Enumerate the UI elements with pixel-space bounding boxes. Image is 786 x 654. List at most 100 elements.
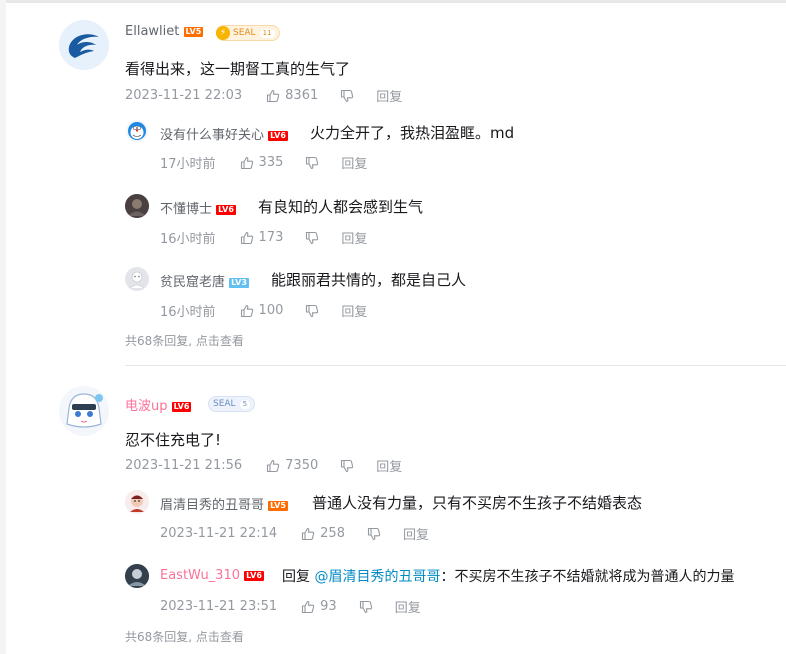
thumbs-down-icon [341,89,354,102]
username-text[interactable]: 电波up [125,399,168,414]
view-more-replies-link[interactable]: 共68条回复, 点击查看 [125,628,244,645]
avatar[interactable] [59,386,109,436]
like-button[interactable]: 8361 [266,88,318,103]
dislike-button[interactable] [359,600,373,614]
like-count: 93 [320,599,337,614]
seal-badge[interactable]: SEAL 5 [208,396,256,412]
thumbs-up-icon [240,304,253,317]
reply-meta: 16小时前 173 回复 [160,228,367,247]
reply-username[interactable]: 不懂博士 LV6 [160,198,236,217]
avatar[interactable] [59,20,109,70]
avatar[interactable] [125,564,149,588]
like-count: 8361 [285,88,319,103]
username-text[interactable]: 眉清目秀的丑哥哥 [160,498,264,513]
thumbs-down-icon [306,304,319,317]
thumbs-down-icon [341,459,354,472]
level-badge: LV6 [268,130,288,141]
reply-username[interactable]: EastWu_310 LV6 [160,568,264,583]
comment-time: 2023-11-21 22:03 [125,88,243,103]
username-text[interactable]: 没有什么事好关心 [160,128,264,143]
thumbs-up-icon [240,231,253,244]
level-badge: LV6 [216,204,236,215]
level-badge: LV5 [268,500,288,511]
reply-username[interactable]: 贫民窟老唐 LV3 [160,271,249,290]
username-text[interactable]: 不懂博士 [160,202,212,217]
reply-button[interactable]: 回复 [376,86,402,105]
avatar[interactable] [125,490,149,514]
reply-content: 火力全开了，我热泪盈眶。md [310,124,515,142]
reply-time: 2023-11-21 23:51 [160,599,278,614]
like-button[interactable]: 93 [301,599,337,614]
reply-button[interactable]: 回复 [395,597,421,616]
reply-content: 能跟丽君共情的，都是自己人 [271,271,467,289]
comment-content: 看得出来，这一期督工真的生气了 [125,60,351,78]
like-button[interactable]: 258 [301,526,345,541]
reply-content: 普通人没有力量，只有不买房不生孩子不结婚表态 [312,494,643,512]
anime-avatar-icon [59,386,109,436]
like-button[interactable]: 335 [240,155,283,170]
dislike-button[interactable] [305,156,319,170]
seal-count: 11 [259,28,275,38]
dislike-button[interactable] [305,304,319,318]
avatar[interactable] [125,267,149,291]
like-button[interactable]: 7350 [266,458,318,473]
window-left-border [0,0,6,654]
reply-button[interactable]: 回复 [341,153,367,172]
like-count: 173 [258,230,284,245]
view-more-replies-link[interactable]: 共68条回复, 点击查看 [125,332,244,349]
dislike-button[interactable] [305,231,319,245]
mention-link[interactable]: @眉清目秀的丑哥哥 [314,569,440,585]
thumbs-up-icon [240,156,253,169]
comment-time: 2023-11-21 21:56 [125,458,243,473]
level-badge: LV3 [229,277,249,288]
reply-button[interactable]: 回复 [376,456,402,475]
thumbs-down-icon [306,156,319,169]
dislike-button[interactable] [340,459,354,473]
window-top-border [0,0,786,3]
level-badge: LV6 [171,401,192,412]
seal-label: SEAL [213,399,236,409]
comment-meta: 2023-11-21 22:03 8361 回复 [125,86,402,105]
comment-divider [125,365,786,366]
reply-button[interactable]: 回复 [341,301,367,320]
reply-button[interactable]: 回复 [403,524,429,543]
reply-username[interactable]: 没有什么事好关心 LV6 [160,124,288,143]
reply-meta: 17小时前 335 回复 [160,153,367,172]
reply-time: 2023-11-21 22:14 [160,526,278,541]
comment-username[interactable]: 电波up LV6 [125,395,192,414]
like-count: 100 [258,303,284,318]
thumbs-down-icon [359,600,372,613]
like-count: 7350 [285,458,319,473]
avatar[interactable] [125,194,149,218]
seal-count: 5 [239,399,251,409]
reply-content: 有良知的人都会感到生气 [258,198,424,216]
comment-username[interactable]: Ellawliet LV5 [125,24,204,39]
photo-avatar-icon [125,194,149,218]
like-button[interactable]: 173 [240,230,284,245]
comment-content: 忍不住充电了! [125,431,222,449]
seal-badge[interactable]: ⚡ SEAL 11 [216,25,280,41]
level-badge: LV5 [183,26,204,37]
cartoon-avatar-icon [125,490,149,514]
reply-time: 16小时前 [160,305,216,320]
username-text[interactable]: EastWu_310 [160,568,240,583]
avatar[interactable] [126,120,148,142]
dislike-button[interactable] [367,527,381,541]
thumbs-up-icon [267,89,280,102]
username-text[interactable]: 贫民窟老唐 [160,275,225,290]
seal-label: SEAL [233,28,256,38]
dislike-button[interactable] [340,89,354,103]
reply-time: 17小时前 [160,157,216,172]
doraemon-avatar-icon [128,122,146,140]
thumbs-down-icon [306,231,319,244]
reply-button[interactable]: 回复 [341,228,367,247]
thumbs-up-icon [302,600,315,613]
level-badge: LV6 [244,570,264,581]
username-text[interactable]: Ellawliet [125,24,179,39]
reply-username[interactable]: 眉清目秀的丑哥哥 LV5 [160,494,288,513]
thumbs-down-icon [367,527,381,540]
thumbs-up-icon [267,459,280,472]
reply-meta: 2023-11-21 23:51 93 回复 [160,597,421,616]
wing-logo-icon [68,34,99,58]
like-button[interactable]: 100 [240,303,284,318]
